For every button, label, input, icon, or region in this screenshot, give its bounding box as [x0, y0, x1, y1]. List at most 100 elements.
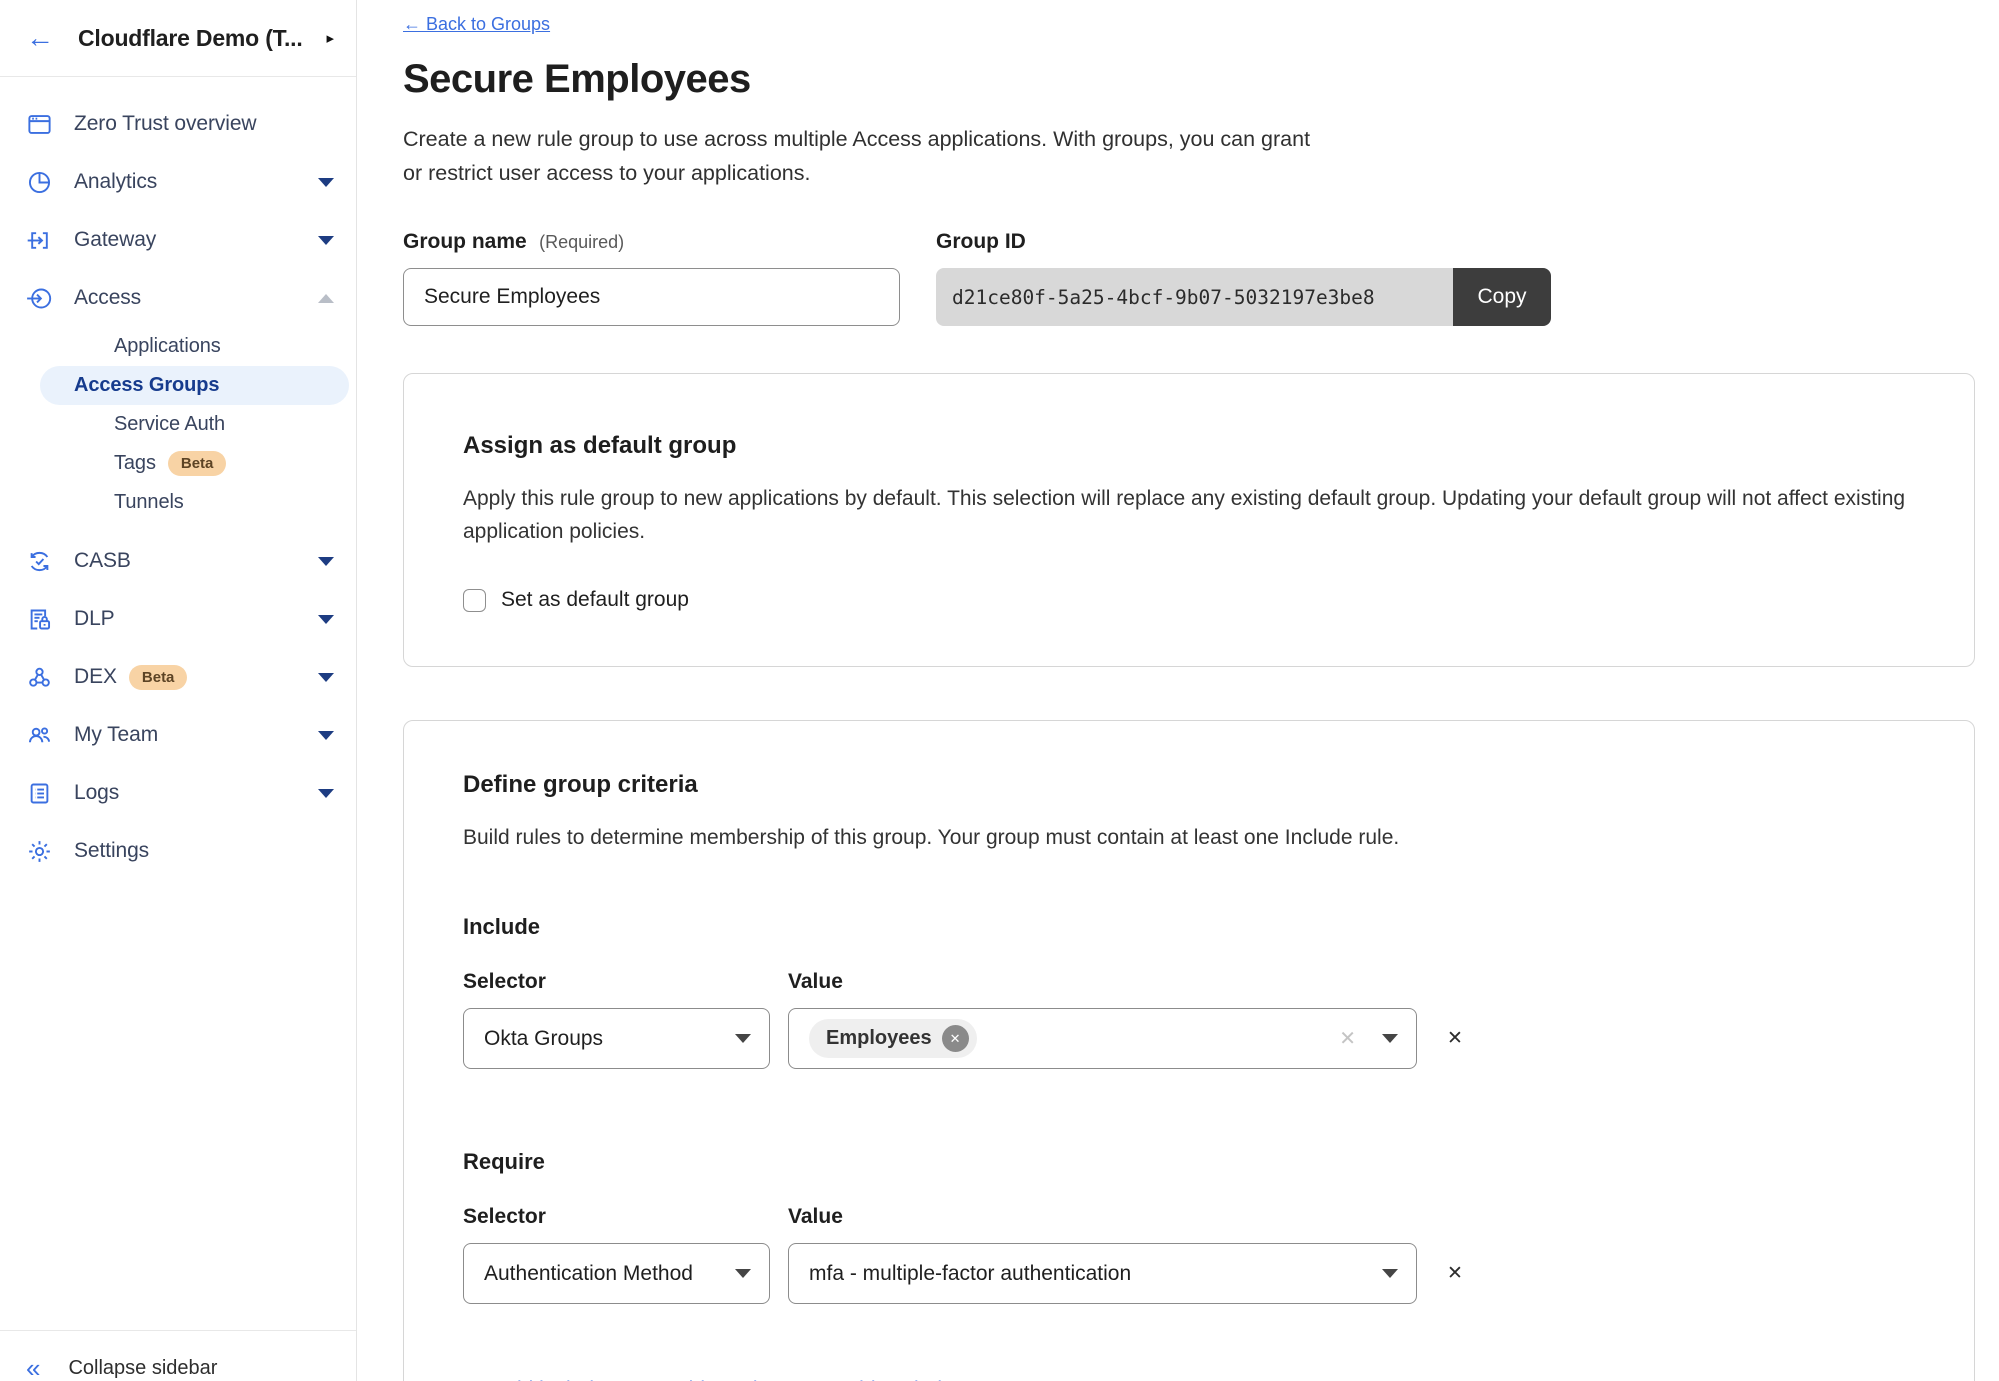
- include-heading: Include: [463, 914, 1915, 940]
- back-to-groups-link[interactable]: ← Back to Groups: [403, 14, 550, 35]
- criteria-card: Define group criteria Build rules to det…: [403, 720, 1975, 1381]
- sidebar-item-tunnels[interactable]: Tunnels: [40, 483, 349, 522]
- sidebar-item-dex[interactable]: DEX Beta: [0, 648, 356, 706]
- group-name-input[interactable]: [403, 268, 900, 326]
- sidebar-item-label: CASB: [74, 549, 131, 573]
- beta-badge: Beta: [168, 451, 227, 476]
- gateway-icon: [26, 227, 53, 254]
- criteria-card-body: Build rules to determine membership of t…: [463, 821, 1915, 854]
- include-value-label: Value: [788, 970, 843, 994]
- account-header: ← Cloudflare Demo (T... ▸: [0, 0, 356, 77]
- analytics-pie-icon: [26, 169, 53, 196]
- require-rule-row: Authentication Method mfa - multiple-fac…: [463, 1243, 1915, 1304]
- document-lock-icon: [26, 606, 53, 633]
- require-heading: Require: [463, 1149, 1915, 1175]
- criteria-card-title: Define group criteria: [463, 771, 1915, 799]
- sidebar-item-label: Logs: [74, 781, 119, 805]
- sidebar-item-access-groups[interactable]: Access Groups: [40, 366, 349, 405]
- required-hint: (Required): [539, 232, 624, 252]
- sidebar-item-label: Zero Trust overview: [74, 112, 257, 136]
- sidebar: ← Cloudflare Demo (T... ▸ Zero Trust ove…: [0, 0, 357, 1381]
- sidebar-item-settings[interactable]: Settings: [0, 822, 356, 880]
- default-group-body-line2: application policies.: [463, 515, 1915, 548]
- chevron-down-icon: [735, 1269, 751, 1278]
- require-selector-label: Selector: [463, 1205, 788, 1229]
- chevron-down-icon: [318, 673, 334, 682]
- group-id-label: Group ID: [936, 230, 1551, 254]
- main-content: ← Back to Groups Secure Employees Create…: [357, 0, 1999, 1381]
- page-description-line2: or restrict user access to your applicat…: [403, 156, 1999, 190]
- sidebar-item-dlp[interactable]: DLP: [0, 590, 356, 648]
- sidebar-item-label: My Team: [74, 723, 158, 747]
- set-default-group-label: Set as default group: [501, 588, 689, 612]
- group-id-value: d21ce80f-5a25-4bcf-9b07-5032197e3be8: [936, 268, 1453, 326]
- collapse-chevrons-icon: «: [26, 1355, 40, 1381]
- sidebar-item-label: Service Auth: [114, 413, 225, 436]
- copy-button[interactable]: Copy: [1453, 268, 1551, 326]
- value-chip: Employees ✕: [809, 1019, 977, 1058]
- set-default-group-row[interactable]: Set as default group: [463, 588, 1915, 612]
- chevron-down-icon: [318, 789, 334, 798]
- default-group-card-title: Assign as default group: [463, 432, 1915, 460]
- group-name-label: Group name: [403, 230, 527, 253]
- sidebar-nav: Zero Trust overview Analytics Gateway: [0, 77, 356, 880]
- chevron-down-icon: [318, 615, 334, 624]
- page-description-line1: Create a new rule group to use across mu…: [403, 122, 1999, 156]
- access-login-icon: [26, 285, 53, 312]
- network-cluster-icon: [26, 664, 53, 691]
- remove-include-rule-icon[interactable]: ✕: [1447, 1027, 1463, 1050]
- chevron-down-icon: [318, 557, 334, 566]
- sidebar-item-label: Tunnels: [114, 491, 184, 514]
- sidebar-item-service-auth[interactable]: Service Auth: [40, 405, 349, 444]
- sidebar-item-gateway[interactable]: Gateway: [0, 211, 356, 269]
- collapse-sidebar-button[interactable]: « Collapse sidebar: [0, 1330, 356, 1381]
- sidebar-item-my-team[interactable]: My Team: [0, 706, 356, 764]
- sidebar-item-label: Access Groups: [74, 374, 219, 397]
- clear-values-icon[interactable]: ✕: [1339, 1026, 1356, 1051]
- sidebar-item-label: Applications: [114, 335, 221, 358]
- gear-icon: [26, 838, 53, 865]
- set-default-group-checkbox[interactable]: [463, 589, 486, 612]
- require-selector-dropdown[interactable]: Authentication Method: [463, 1243, 770, 1304]
- collapse-sidebar-label: Collapse sidebar: [68, 1357, 217, 1380]
- beta-badge: Beta: [129, 665, 188, 690]
- value-chip-label: Employees: [826, 1027, 932, 1050]
- sidebar-item-access[interactable]: Access: [0, 269, 356, 327]
- sidebar-item-label: DLP: [74, 607, 115, 631]
- include-rule-row: Okta Groups Employees ✕ ✕ ✕: [463, 1008, 1915, 1069]
- group-name-field-block: Group name (Required): [403, 230, 900, 326]
- include-value-multiselect[interactable]: Employees ✕ ✕: [788, 1008, 1417, 1069]
- sidebar-item-tags[interactable]: Tags Beta: [40, 444, 349, 483]
- require-selector-value: Authentication Method: [484, 1262, 693, 1286]
- sidebar-item-applications[interactable]: Applications: [40, 327, 349, 366]
- chevron-down-icon: [735, 1034, 751, 1043]
- chip-remove-icon[interactable]: ✕: [942, 1025, 969, 1052]
- sidebar-item-analytics[interactable]: Analytics: [0, 153, 356, 211]
- chevron-down-icon: [1382, 1034, 1398, 1043]
- sidebar-item-label: Settings: [74, 839, 149, 863]
- include-selector-label: Selector: [463, 970, 788, 994]
- include-selector-value: Okta Groups: [484, 1027, 603, 1051]
- remove-require-rule-icon[interactable]: ✕: [1447, 1262, 1463, 1285]
- require-value-label: Value: [788, 1205, 843, 1229]
- default-group-body-line1: Apply this rule group to new application…: [463, 482, 1915, 515]
- sidebar-item-casb[interactable]: CASB: [0, 532, 356, 590]
- page-title: Secure Employees: [403, 57, 1999, 102]
- account-title: Cloudflare Demo (T...: [78, 25, 303, 52]
- sidebar-item-zero-trust-overview[interactable]: Zero Trust overview: [0, 95, 356, 153]
- chevron-right-icon[interactable]: ▸: [326, 29, 334, 47]
- include-selector-dropdown[interactable]: Okta Groups: [463, 1008, 770, 1069]
- require-value-dropdown[interactable]: mfa - multiple-factor authentication: [788, 1243, 1417, 1304]
- sidebar-item-label: Access: [74, 286, 141, 310]
- logs-list-icon: [26, 780, 53, 807]
- sidebar-item-label: Analytics: [74, 170, 157, 194]
- chevron-down-icon: [318, 178, 334, 187]
- sidebar-item-label: Tags: [114, 452, 156, 475]
- page-description: Create a new rule group to use across mu…: [403, 122, 1999, 190]
- chevron-down-icon: [318, 731, 334, 740]
- chevron-up-icon: [318, 294, 334, 303]
- back-arrow-icon[interactable]: ←: [26, 24, 54, 52]
- people-icon: [26, 722, 53, 749]
- casb-check-icon: [26, 548, 53, 575]
- sidebar-item-logs[interactable]: Logs: [0, 764, 356, 822]
